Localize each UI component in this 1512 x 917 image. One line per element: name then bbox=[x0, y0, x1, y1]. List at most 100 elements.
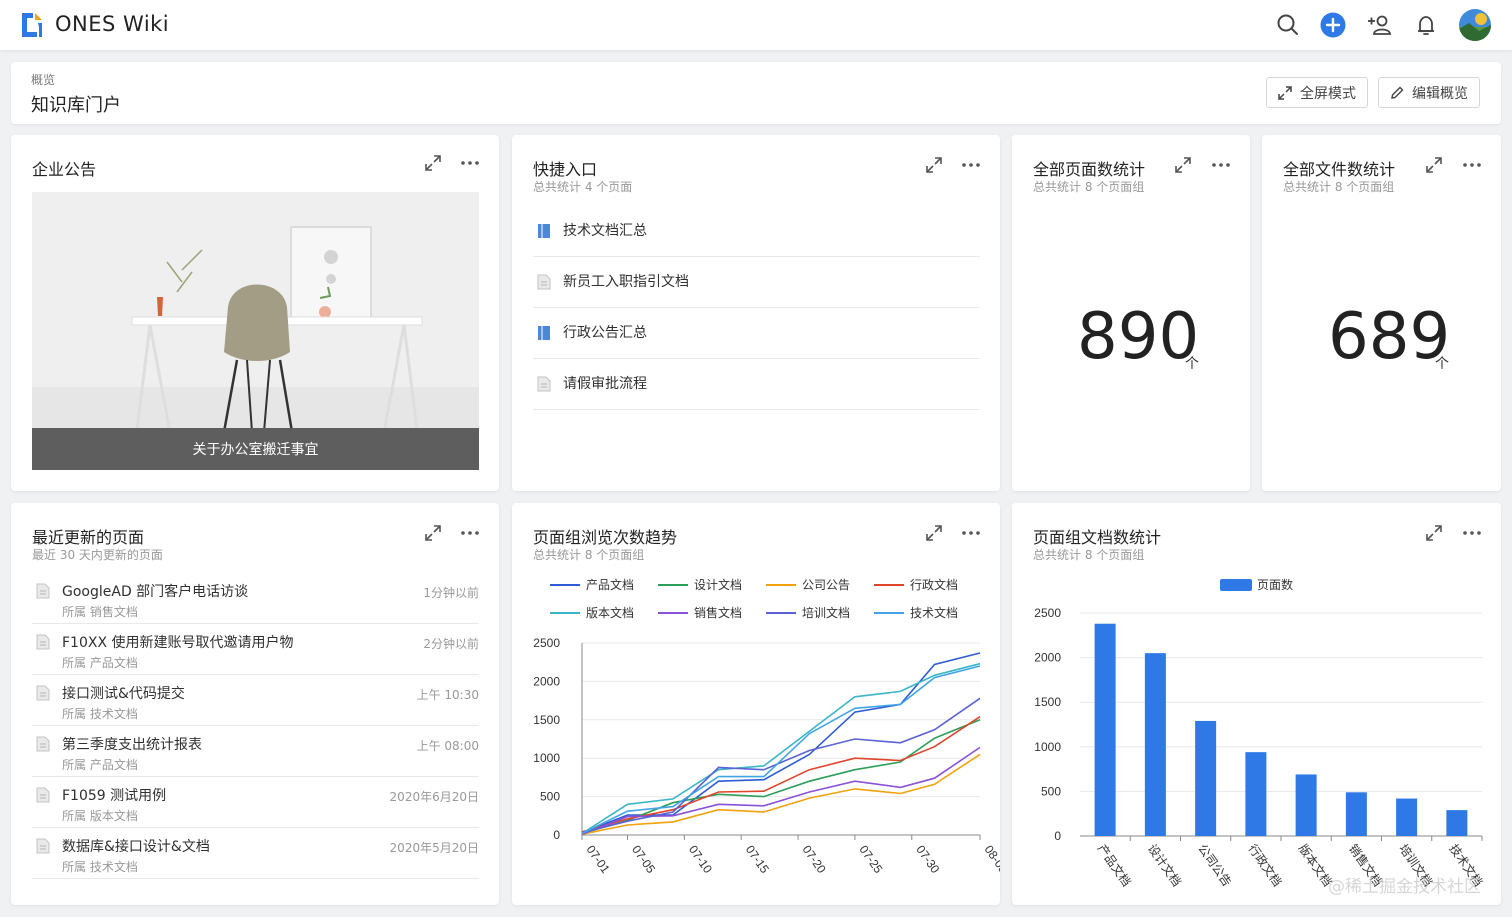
view-trend-title: 页面组浏览次数趋势 bbox=[533, 528, 678, 547]
recent-page-item[interactable]: GoogleAD 部门客户电话访谈 所属 销售文档 1分钟以前 bbox=[32, 573, 479, 624]
overview-header: 概览 知识库门户 全屏模式 编辑概览 bbox=[11, 62, 1501, 124]
recent-page-title: GoogleAD 部门客户电话访谈 bbox=[62, 584, 249, 600]
bar bbox=[1396, 798, 1418, 836]
add-icon[interactable] bbox=[1320, 12, 1346, 38]
x-tick-label: 07-25 bbox=[856, 843, 885, 876]
recent-page-item[interactable]: 接口测试&代码提交 所属 技术文档 上午 10:30 bbox=[32, 675, 479, 726]
file-count-unit: 个 bbox=[1435, 356, 1449, 372]
invite-member-icon[interactable] bbox=[1366, 12, 1392, 38]
edit-overview-button[interactable]: 编辑概览 bbox=[1378, 77, 1480, 108]
recent-page-item[interactable]: 数据库&接口设计&文档 所属 技术文档 2020年5月20日 bbox=[32, 828, 479, 879]
x-tick-label: 08-05 bbox=[982, 843, 1000, 876]
recent-pages-subtitle: 最近 30 天内更新的页面 bbox=[32, 548, 163, 562]
recent-page-group: 所属 产品文档 bbox=[62, 758, 138, 772]
series-line bbox=[581, 665, 981, 835]
doc-count-bar-chart[interactable]: 页面数05001000150020002500产品文档 设计文档 公司公告 行政文档版… bbox=[1012, 565, 1501, 903]
top-bar: ONES Wiki bbox=[0, 0, 1512, 50]
expand-icon[interactable] bbox=[924, 523, 944, 543]
notification-bell-icon[interactable] bbox=[1413, 12, 1439, 38]
recent-page-item[interactable]: F1059 测试用例 所属 版本文档 2020年6月20日 bbox=[32, 777, 479, 828]
legend-label: 技术文档 bbox=[910, 605, 958, 620]
quick-entry-item[interactable]: 行政公告汇总 bbox=[533, 308, 980, 359]
expand-icon[interactable] bbox=[1424, 523, 1444, 543]
y-tick-label: 2500 bbox=[533, 636, 560, 650]
recent-page-item[interactable]: F10XX 使用新建账号取代邀请用户物 所属 产品文档 2分钟以前 bbox=[32, 624, 479, 675]
recent-page-title: 接口测试&代码提交 bbox=[62, 686, 185, 702]
page-icon bbox=[537, 376, 551, 392]
expand-icon[interactable] bbox=[423, 523, 443, 543]
legend-label: 产品文档 bbox=[586, 577, 634, 592]
x-tick-label: 07-30 bbox=[913, 843, 942, 876]
fullscreen-icon bbox=[1278, 85, 1292, 100]
expand-icon[interactable] bbox=[1173, 155, 1193, 175]
more-icon[interactable] bbox=[1211, 155, 1231, 175]
recent-page-group: 所属 产品文档 bbox=[62, 656, 138, 670]
ones-logo-icon[interactable] bbox=[20, 11, 44, 39]
y-tick-label: 0 bbox=[1054, 829, 1061, 843]
search-icon[interactable] bbox=[1275, 12, 1301, 38]
quick-entry-label: 技术文档汇总 bbox=[563, 223, 647, 239]
user-avatar[interactable] bbox=[1459, 9, 1491, 41]
legend-swatch bbox=[1220, 579, 1252, 591]
file-count-value: 689 bbox=[1328, 300, 1451, 374]
expand-icon[interactable] bbox=[1424, 155, 1444, 175]
recent-page-title: F10XX 使用新建账号取代邀请用户物 bbox=[62, 635, 294, 651]
expand-icon[interactable] bbox=[924, 155, 944, 175]
page-count-unit: 个 bbox=[1185, 356, 1199, 372]
recent-page-time: 2020年5月20日 bbox=[389, 841, 479, 855]
recent-page-time: 1分钟以前 bbox=[423, 586, 479, 600]
doc-count-card: 页面组文档数统计 总共统计 8 个页面组 页面数 0 500 1000 1500 2000… bbox=[1012, 503, 1501, 905]
y-tick-label: 500 bbox=[540, 790, 560, 804]
page-count-card: 全部页面数统计 总共统计 8 个页面组 890 个 bbox=[1012, 135, 1250, 491]
pencil-icon bbox=[1391, 86, 1404, 99]
bar bbox=[1195, 720, 1217, 836]
x-tick-label: 07-01 bbox=[584, 843, 613, 876]
legend-label: 版本文档 bbox=[586, 605, 634, 620]
recent-page-item[interactable]: 第三季度支出统计报表 所属 产品文档 上午 08:00 bbox=[32, 726, 479, 777]
file-count-card: 全部文件数统计 总共统计 8 个页面组 689 个 bbox=[1262, 135, 1501, 491]
x-tick-label: 07-10 bbox=[686, 843, 715, 876]
bar bbox=[1144, 653, 1166, 836]
quick-entry-item[interactable]: 新员工入职指引文档 bbox=[533, 257, 980, 308]
legend-label: 公司公告 bbox=[802, 578, 850, 592]
file-count-subtitle: 总共统计 8 个页面组 bbox=[1283, 180, 1395, 194]
y-tick-label: 1000 bbox=[1034, 740, 1061, 754]
bar bbox=[1446, 810, 1468, 836]
more-icon[interactable] bbox=[1462, 155, 1482, 175]
page-count-title: 全部页面数统计 bbox=[1033, 160, 1146, 179]
announcement-title: 企业公告 bbox=[32, 160, 97, 179]
recent-pages-card: 最近更新的页面 最近 30 天内更新的页面 GoogleAD 部门客户电话访谈 … bbox=[11, 503, 499, 905]
view-trend-subtitle: 总共统计 8 个页面组 bbox=[533, 548, 645, 562]
more-icon[interactable] bbox=[961, 155, 981, 175]
view-trend-line-chart[interactable]: 产品文档 设计文档 公司公告 行政文档版本文档 销售文档 培训文档 技术文档 0 500 1000… bbox=[512, 565, 1000, 903]
recent-page-time: 2分钟以前 bbox=[423, 637, 479, 651]
quick-entry-item[interactable]: 技术文档汇总 bbox=[533, 206, 980, 257]
more-icon[interactable] bbox=[460, 523, 480, 543]
quick-entry-item[interactable]: 请假审批流程 bbox=[533, 359, 980, 410]
more-icon[interactable] bbox=[961, 523, 981, 543]
series-line bbox=[581, 697, 981, 834]
recent-page-group: 所属 版本文档 bbox=[62, 809, 138, 823]
recent-page-title: 数据库&接口设计&文档 bbox=[62, 839, 210, 855]
recent-page-time: 2020年6月20日 bbox=[389, 790, 479, 804]
fullscreen-button[interactable]: 全屏模式 bbox=[1266, 77, 1368, 108]
y-tick-label: 2000 bbox=[1034, 651, 1061, 665]
announcement-caption[interactable]: 关于办公室搬迁事宜 bbox=[32, 428, 479, 470]
expand-icon[interactable] bbox=[423, 153, 443, 173]
x-tick-label: 公司公告 bbox=[1195, 842, 1234, 889]
app-name[interactable]: ONES Wiki bbox=[55, 12, 169, 36]
more-icon[interactable] bbox=[460, 153, 480, 173]
legend-label: 设计文档 bbox=[694, 577, 742, 592]
recent-page-title: 第三季度支出统计报表 bbox=[62, 737, 202, 753]
more-icon[interactable] bbox=[1462, 523, 1482, 543]
recent-page-time: 上午 10:30 bbox=[416, 688, 479, 702]
series-line bbox=[581, 753, 981, 835]
page-icon bbox=[36, 583, 50, 599]
recent-page-title: F1059 测试用例 bbox=[62, 788, 167, 804]
y-tick-label: 2000 bbox=[533, 674, 560, 688]
announcement-card: 企业公告 关于办公室搬迁事宜 bbox=[11, 135, 499, 491]
page-count-value: 890 bbox=[1077, 300, 1200, 374]
y-tick-label: 0 bbox=[553, 828, 560, 842]
breadcrumb[interactable]: 概览 bbox=[31, 71, 55, 88]
recent-page-time: 上午 08:00 bbox=[416, 739, 479, 753]
